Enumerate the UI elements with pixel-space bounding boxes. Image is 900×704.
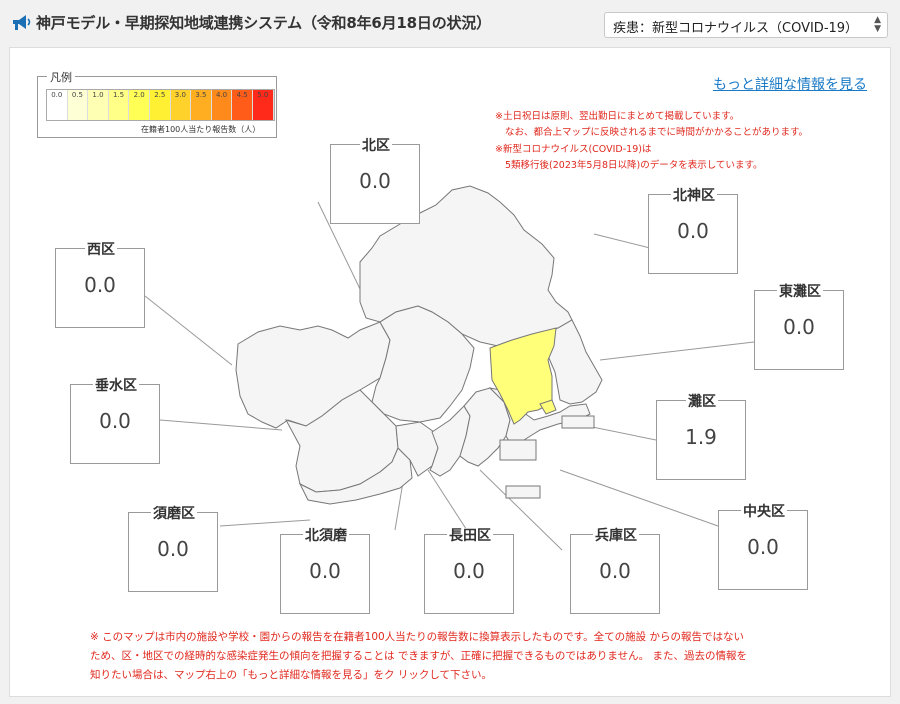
ward-value: 1.9 xyxy=(685,425,717,449)
legend-cell: 4.0 xyxy=(211,90,233,120)
ward-name: 垂水区 xyxy=(93,378,139,394)
ward-value: 0.0 xyxy=(747,535,779,559)
legend-cell: 1.5 xyxy=(108,90,130,120)
map-airport-island xyxy=(505,485,541,499)
note-line: ※新型コロナウイルス(COVID-19)は xyxy=(495,143,652,155)
ward-card-kitakobe[interactable]: 北神区 0.0 xyxy=(648,188,738,274)
legend-cell: 1.0 xyxy=(88,90,109,120)
footer-line: ※ このマップは市内の施設や学校・園からの報告を在籍者100人当たりの報告数に換… xyxy=(90,631,744,643)
ward-name: 灘区 xyxy=(686,394,718,410)
legend-tick-label: 2.5 xyxy=(154,91,166,99)
legend-tick-label: 3.5 xyxy=(195,91,207,99)
notes: ※土日祝日は原則、翌出勤日にまとめて掲載しています。 なお、都合上マップに反映さ… xyxy=(495,109,808,174)
ward-value: 0.0 xyxy=(783,315,815,339)
ward-value: 0.0 xyxy=(599,559,631,583)
ward-value: 0.0 xyxy=(99,409,131,433)
ward-card-tarumi[interactable]: 垂水区 0.0 xyxy=(70,378,160,464)
ward-name: 長田区 xyxy=(447,528,493,544)
ward-value: 0.0 xyxy=(359,169,391,193)
ward-value: 0.0 xyxy=(677,219,709,243)
legend-tick-label: 1.5 xyxy=(113,91,125,99)
note-line: なお、都合上マップに反映されるまでに時間がかかることがあります。 xyxy=(505,127,809,139)
footer-line: 知りたい場合は、マップ右上の「もっと詳細な情報を見る」をク リックして下さい。 xyxy=(90,669,493,681)
legend-cell: 4.5 xyxy=(232,90,253,120)
legend-tick-label: 0.5 xyxy=(71,91,83,99)
ward-name: 北区 xyxy=(360,138,392,154)
ward-value: 0.0 xyxy=(309,559,341,583)
legend-cell: 2.0 xyxy=(129,90,150,120)
legend-cell: 2.5 xyxy=(149,90,171,120)
map-rokko-island xyxy=(561,415,595,429)
note-line: 5類移行後(2023年5月8日以降)のデータを表示しています。 xyxy=(505,159,763,171)
ward-card-higashinada[interactable]: 東灘区 0.0 xyxy=(754,284,844,370)
legend-tick-label: 1.0 xyxy=(92,91,104,99)
ward-card-suma[interactable]: 須磨区 0.0 xyxy=(128,506,218,592)
legend-title: 凡例 xyxy=(47,69,75,85)
ward-value: 0.0 xyxy=(157,537,189,561)
ward-value: 0.0 xyxy=(84,273,116,297)
legend-tick-label: 4.0 xyxy=(215,91,228,99)
ward-card-nishi[interactable]: 西区 0.0 xyxy=(55,242,145,328)
legend-cell: 0.5 xyxy=(67,90,89,120)
ward-name: 北神区 xyxy=(671,188,717,204)
legend-cell: 3.0 xyxy=(170,90,192,120)
note-line: ※土日祝日は原則、翌出勤日にまとめて掲載しています。 xyxy=(495,111,740,122)
ward-name: 東灘区 xyxy=(777,284,823,300)
ward-card-nagata[interactable]: 長田区 0.0 xyxy=(424,528,514,614)
ward-card-nada[interactable]: 灘区 1.9 xyxy=(656,394,746,480)
legend-tick-label: 0.0 xyxy=(51,91,63,99)
footer-line: ため、区・地区での経時的な感染症発生の傾向を把握することは できますが、正確に把… xyxy=(90,650,747,662)
ward-card-chuo[interactable]: 中央区 0.0 xyxy=(718,504,808,590)
ward-name: 西区 xyxy=(85,242,117,258)
more-detail-link[interactable]: もっと詳細な情報を見る xyxy=(713,74,867,94)
ward-card-kita[interactable]: 北区 0.0 xyxy=(330,138,420,224)
ward-card-kitasuma[interactable]: 北須磨 0.0 xyxy=(280,528,370,614)
legend-cell: 0.0 xyxy=(47,90,68,120)
legend-scale: 0.0 0.5 1.0 1.5 2.0 2.5 3.0 3.5 4.0 4.5 5.0 xyxy=(46,89,275,121)
ward-card-hyogo[interactable]: 兵庫区 0.0 xyxy=(570,528,660,614)
ward-value: 0.0 xyxy=(453,559,485,583)
legend-tick-label: 3.0 xyxy=(174,91,186,99)
ward-name: 須磨区 xyxy=(151,506,197,522)
map-port-island xyxy=(499,439,537,461)
ward-name: 兵庫区 xyxy=(593,528,639,544)
ward-name: 中央区 xyxy=(741,504,787,520)
legend-tick-label: 2.0 xyxy=(133,91,145,99)
legend-tick-label: 5.0 xyxy=(257,91,269,99)
legend-cell: 3.5 xyxy=(191,90,212,120)
ward-name: 北須磨 xyxy=(303,528,349,544)
footer-note: ※ このマップは市内の施設や学校・園からの報告を在籍者100人当たりの報告数に換… xyxy=(90,628,830,685)
legend-unit: 在籍者100人当たり報告数（人） xyxy=(141,125,261,134)
legend-cell: 5.0 xyxy=(252,90,274,120)
legend-tick-label: 4.5 xyxy=(236,91,248,99)
